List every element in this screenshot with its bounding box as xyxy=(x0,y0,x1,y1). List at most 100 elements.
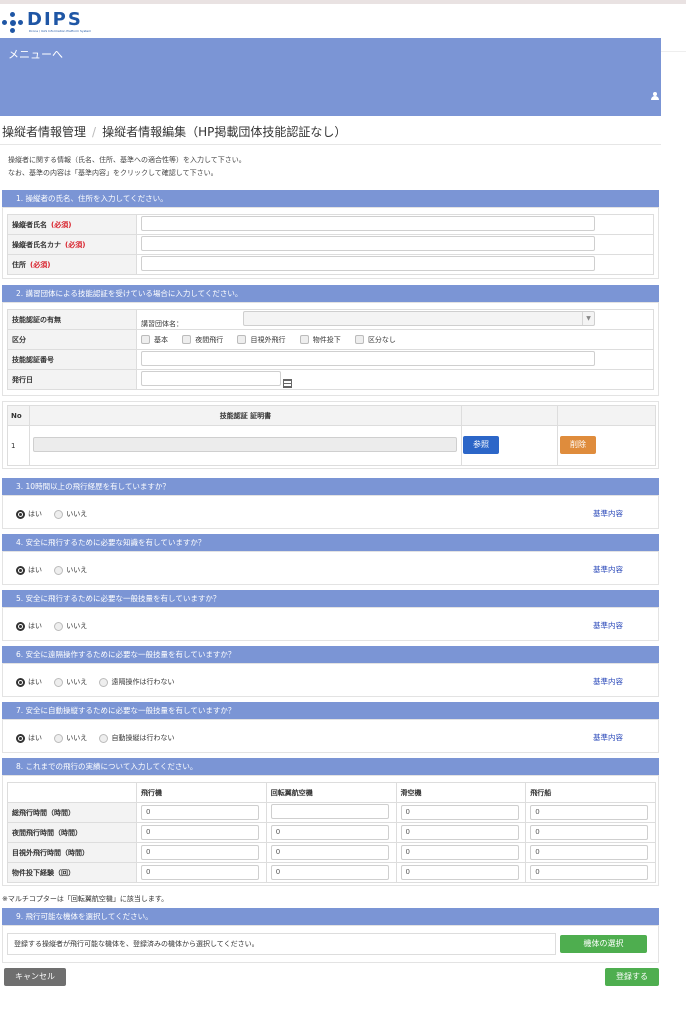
radio-yes[interactable]: はい xyxy=(16,733,42,743)
radio-yes[interactable]: はい xyxy=(16,565,42,575)
criteria-link[interactable]: 基準内容 xyxy=(593,564,623,575)
flight-record-table: 飛行機 回転翼航空機 滑空機 飛行船 総飛行時間（時間） 0 0 0 夜間飛行時… xyxy=(7,782,656,883)
hours-input[interactable]: 0 xyxy=(400,845,519,860)
pilot-kana-input[interactable] xyxy=(141,236,595,251)
radio-no[interactable]: いいえ xyxy=(54,509,87,519)
radio-no[interactable]: いいえ xyxy=(54,733,87,743)
calendar-icon[interactable] xyxy=(283,379,293,389)
criteria-link[interactable]: 基準内容 xyxy=(593,620,623,631)
cert-number-input[interactable] xyxy=(141,351,595,366)
radio-icon xyxy=(54,509,64,519)
hours-input[interactable]: 0 xyxy=(530,805,649,820)
menu-bar: メニューへ xyxy=(0,38,661,116)
hours-input[interactable]: 0 xyxy=(141,825,259,840)
count-input[interactable]: 0 xyxy=(270,865,389,880)
radio-checked-icon xyxy=(16,509,25,519)
question-5-options: はい いいえ xyxy=(16,621,97,631)
cert-info-table: 技能認証の有無 講習団体名： ▼ 区分 基本 夜間飛行 目視外飛行 物件投下 区分… xyxy=(7,309,654,390)
col-delete xyxy=(557,405,656,426)
section-8-header: 8. これまでの飛行の実績について入力してください。 xyxy=(2,758,659,775)
field-cell xyxy=(136,369,654,390)
flight-row: 目視外飛行時間（時間） 0 0 0 0 xyxy=(7,842,656,863)
logo-text: DIPS xyxy=(27,9,83,30)
category-checkbox-night[interactable]: 夜間飛行 xyxy=(182,335,223,345)
count-input[interactable]: 0 xyxy=(530,865,649,880)
category-checkbox-none[interactable]: 区分なし xyxy=(354,335,396,345)
question-4-header: 4. 安全に飛行するために必要な知識を有していますか？ xyxy=(2,534,659,551)
delete-button[interactable]: 削除 xyxy=(560,436,596,454)
question-4-box xyxy=(2,551,659,585)
dips-logo[interactable]: DIPS Drone / UAS Information Platform Sy… xyxy=(2,9,112,36)
flight-row: 総飛行時間（時間） 0 0 0 xyxy=(7,802,656,823)
radio-icon xyxy=(54,565,64,575)
org-label: 講習団体名： xyxy=(141,319,183,328)
radio-no[interactable]: いいえ xyxy=(54,621,87,631)
logo-mark-icon xyxy=(2,12,24,34)
value-cell: 0 xyxy=(136,802,267,823)
intro-text: 操縦者に関する情報（氏名、住所、基準への適合性等）を入力して下さい。 なお、基準… xyxy=(8,154,246,180)
section-8-box: 飛行機 回転翼航空機 滑空機 飛行船 総飛行時間（時間） 0 0 0 夜間飛行時… xyxy=(2,775,659,886)
hours-input[interactable]: 0 xyxy=(530,825,649,840)
checkbox-icon xyxy=(141,335,150,344)
section-1-header: 1. 操縦者の氏名、住所を入力してください。 xyxy=(2,190,659,207)
hours-input[interactable]: 0 xyxy=(270,845,389,860)
user-icon[interactable] xyxy=(651,92,659,100)
section-1-box: 操縦者氏名 (必須) 操縦者氏名カナ (必須) 住所 (必須) xyxy=(2,207,659,279)
pilot-name-input[interactable] xyxy=(141,216,595,231)
breadcrumb-current: 操縦者情報編集（HP掲載団体技能認証なし） xyxy=(102,125,347,139)
value-cell: 0 xyxy=(525,822,656,843)
hours-input[interactable]: 0 xyxy=(141,805,259,820)
address-input[interactable] xyxy=(141,256,595,271)
radio-yes[interactable]: はい xyxy=(16,509,42,519)
hours-input[interactable]: 0 xyxy=(400,805,519,820)
radio-not-applicable[interactable]: 遠隔操作は行わない xyxy=(99,677,174,687)
menu-link[interactable]: メニューへ xyxy=(8,46,63,62)
value-cell: 0 xyxy=(525,862,656,883)
issue-date-input[interactable] xyxy=(141,370,281,386)
org-select[interactable]: ▼ xyxy=(243,310,595,326)
radio-checked-icon xyxy=(16,621,25,631)
browse-button[interactable]: 参照 xyxy=(463,436,499,454)
corner-cell xyxy=(7,782,137,803)
checkbox-icon xyxy=(354,335,364,344)
checkbox-icon xyxy=(237,335,247,344)
category-checkbox-basic[interactable]: 基本 xyxy=(141,335,168,345)
count-input[interactable]: 0 xyxy=(400,865,519,880)
breadcrumb-parent[interactable]: 操縦者情報管理 xyxy=(2,125,86,139)
form-row: 技能認証の有無 講習団体名： ▼ xyxy=(7,309,654,330)
hours-input[interactable]: 0 xyxy=(530,845,649,860)
certificate-file-field[interactable] xyxy=(32,437,457,452)
field-label: 操縦者氏名カナ (必須) xyxy=(7,234,137,255)
count-input[interactable]: 0 xyxy=(141,865,259,880)
cancel-button[interactable]: キャンセル xyxy=(4,968,66,986)
register-button[interactable]: 登録する xyxy=(605,968,659,986)
value-cell: 0 xyxy=(395,862,527,883)
category-checkbox-drop[interactable]: 物件投下 xyxy=(299,335,341,345)
hours-input[interactable]: 0 xyxy=(400,825,519,840)
form-row: 技能認証番号 xyxy=(7,349,654,370)
select-aircraft-button[interactable]: 機体の選択 xyxy=(560,935,647,953)
field-cell: 基本 夜間飛行 目視外飛行 物件投下 区分なし xyxy=(136,329,654,350)
row-number: 1 xyxy=(7,425,30,466)
criteria-link[interactable]: 基準内容 xyxy=(593,508,623,519)
hours-input[interactable]: 0 xyxy=(141,845,259,860)
question-3-box xyxy=(2,495,659,529)
required-mark: (必須) xyxy=(65,240,86,249)
radio-no[interactable]: いいえ xyxy=(54,677,87,687)
field-label: 操縦者氏名 (必須) xyxy=(7,214,137,235)
form-row: 操縦者氏名 (必須) xyxy=(7,214,654,235)
hours-input[interactable] xyxy=(270,804,389,819)
category-checkbox-bvlos[interactable]: 目視外飛行 xyxy=(237,335,285,345)
radio-yes[interactable]: はい xyxy=(16,677,42,687)
required-mark: (必須) xyxy=(30,260,51,269)
criteria-link[interactable]: 基準内容 xyxy=(593,732,623,743)
intro-line-1: 操縦者に関する情報（氏名、住所、基準への適合性等）を入力して下さい。 xyxy=(8,156,246,164)
radio-yes[interactable]: はい xyxy=(16,621,42,631)
checkbox-icon xyxy=(182,335,192,344)
row-label: 目視外飛行時間（時間） xyxy=(7,842,137,863)
radio-not-applicable[interactable]: 自動操縦は行わない xyxy=(99,733,174,743)
intro-line-2: なお、基準の内容は「基準内容」をクリックして確認して下さい。 xyxy=(8,169,218,177)
criteria-link[interactable]: 基準内容 xyxy=(593,676,623,687)
radio-no[interactable]: いいえ xyxy=(54,565,87,575)
hours-input[interactable]: 0 xyxy=(270,825,389,840)
